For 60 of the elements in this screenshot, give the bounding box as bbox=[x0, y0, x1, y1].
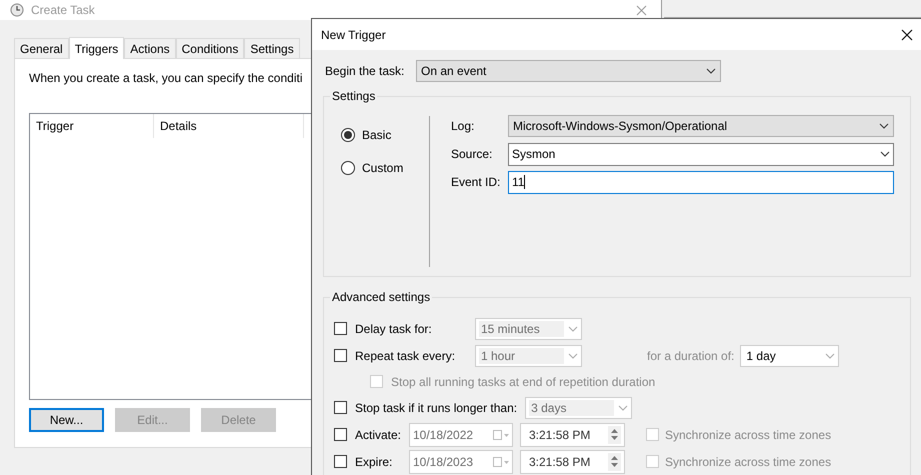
action-button[interactable]: New... bbox=[29, 408, 104, 432]
option-label: Stop all running tasks at end of repetition duration bbox=[391, 374, 656, 390]
close-icon[interactable] bbox=[901, 28, 913, 41]
tab[interactable]: Actions bbox=[124, 38, 176, 58]
duration-label: for a duration of: bbox=[647, 348, 734, 364]
duration-dropdown[interactable]: 15 minutes bbox=[475, 318, 582, 340]
clock-icon bbox=[10, 3, 24, 17]
tab[interactable]: General bbox=[14, 38, 69, 58]
event-id-field[interactable]: 11 bbox=[508, 170, 894, 194]
chevron-down-icon bbox=[880, 151, 890, 158]
chevron-down-icon bbox=[706, 68, 716, 74]
spin-arrows-icon[interactable] bbox=[608, 452, 621, 470]
option-label: Synchronize across time zones bbox=[665, 426, 832, 444]
field-label: Source: bbox=[451, 146, 494, 164]
option-label: Delay task for: bbox=[355, 320, 432, 338]
checkbox[interactable] bbox=[334, 349, 347, 362]
log-dropdown[interactable]: Microsoft-Windows-Sysmon/Operational bbox=[508, 115, 894, 138]
option-label: Expire: bbox=[355, 454, 392, 470]
chevron-down-icon bbox=[568, 352, 578, 358]
chevron-down-icon bbox=[618, 404, 628, 410]
tab[interactable]: Conditions bbox=[176, 38, 244, 58]
checkbox[interactable] bbox=[334, 401, 347, 414]
group-title: Advanced settings bbox=[330, 289, 432, 305]
description-text: When you create a task, you can specify the conditi bbox=[29, 70, 302, 87]
begin-label: Begin the task: bbox=[325, 63, 406, 80]
radio-label: Basic bbox=[362, 127, 392, 144]
column-header[interactable]: Details bbox=[154, 114, 304, 138]
option-label: Activate: bbox=[355, 426, 402, 444]
spin-arrows-icon[interactable] bbox=[608, 426, 621, 444]
field-label: Event ID: bbox=[451, 174, 502, 192]
option-label: Stop task if it runs longer than: bbox=[355, 400, 518, 416]
date-picker[interactable]: 10/18/2022 bbox=[409, 422, 513, 446]
radio-label: Custom bbox=[362, 160, 404, 178]
chevron-down-icon bbox=[568, 326, 578, 332]
dialog-title: New Trigger bbox=[321, 26, 386, 44]
tab[interactable]: Settings bbox=[244, 38, 300, 58]
window-title: Create Task bbox=[31, 2, 95, 19]
duration-dropdown[interactable]: 1 day bbox=[740, 344, 840, 366]
interval-dropdown[interactable]: 1 hour bbox=[475, 344, 582, 366]
radio-button[interactable] bbox=[341, 161, 355, 176]
field-label: Log: bbox=[451, 118, 476, 136]
checkbox[interactable] bbox=[334, 428, 347, 441]
time-picker[interactable]: 3:21:58 PM bbox=[520, 450, 625, 474]
date-picker[interactable]: 10/18/2023 bbox=[409, 450, 513, 474]
calendar-icon bbox=[493, 430, 509, 440]
source-combobox[interactable]: Sysmon bbox=[508, 142, 894, 166]
option-label: Repeat task every: bbox=[355, 348, 456, 364]
chevron-down-icon bbox=[825, 352, 836, 358]
chevron-down-icon bbox=[879, 123, 889, 130]
checkbox[interactable] bbox=[334, 455, 347, 468]
radio-button[interactable] bbox=[341, 128, 355, 142]
column-header[interactable]: Trigger bbox=[30, 114, 154, 138]
duration-dropdown[interactable]: 3 days bbox=[525, 396, 632, 418]
calendar-icon bbox=[493, 456, 509, 466]
option-label: Synchronize across time zones bbox=[665, 454, 832, 470]
group-title: Settings bbox=[330, 88, 378, 104]
begin-dropdown[interactable]: On an event bbox=[416, 60, 721, 82]
tab[interactable]: Triggers bbox=[68, 37, 124, 59]
time-picker[interactable]: 3:21:58 PM bbox=[520, 422, 625, 446]
checkbox[interactable] bbox=[334, 322, 347, 335]
